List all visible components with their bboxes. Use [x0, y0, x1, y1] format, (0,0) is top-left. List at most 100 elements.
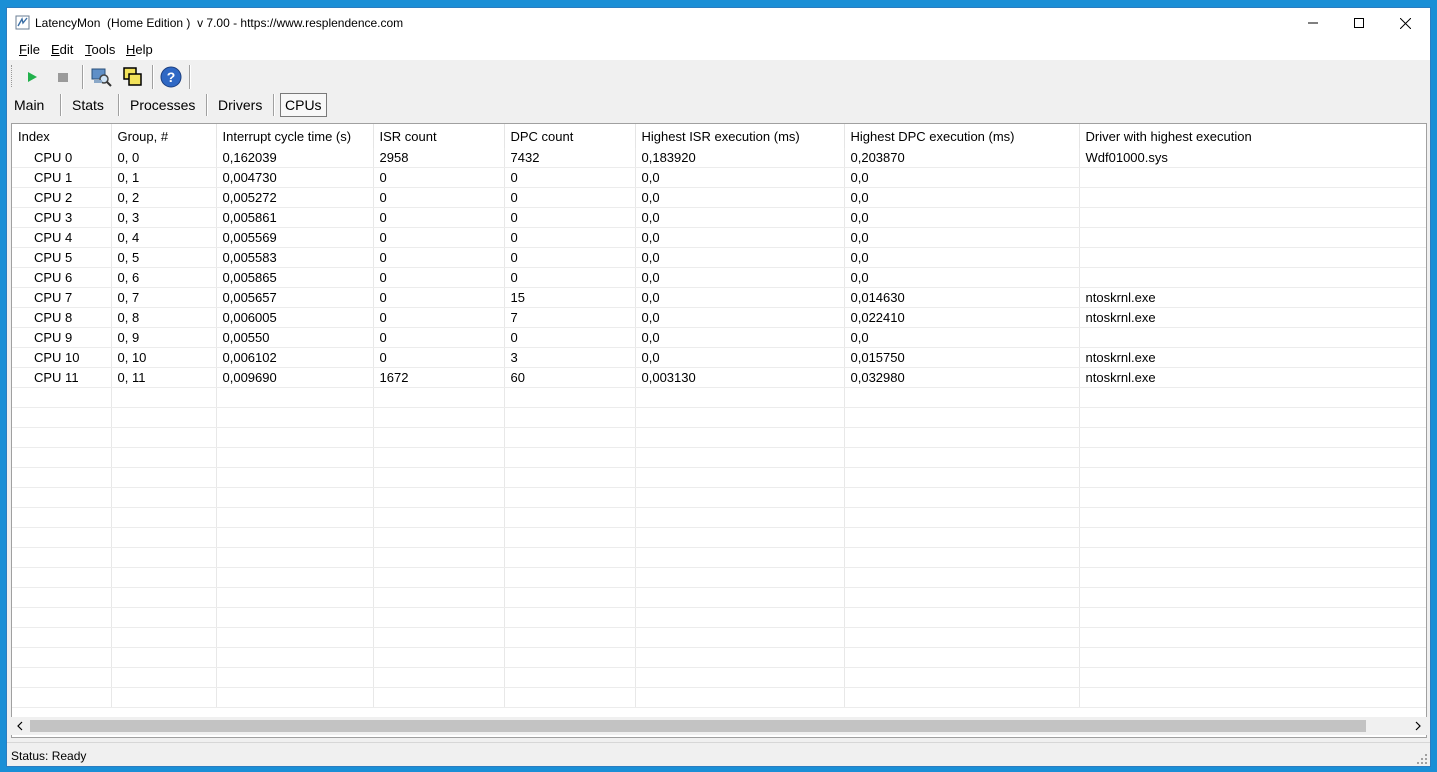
table-row[interactable]: CPU 3 0, 3 0,005861 0 0 0,0 0,0 — [12, 207, 1426, 228]
menu-tools[interactable]: Tools — [85, 42, 115, 57]
table-cell — [1079, 387, 1426, 408]
table-cell: 2958 — [373, 148, 505, 168]
minimize-icon — [1308, 22, 1318, 24]
table-cell — [504, 687, 636, 708]
menu-help[interactable]: Help — [126, 42, 153, 57]
table-cell: 60 — [504, 367, 636, 388]
table-row[interactable]: CPU 9 0, 9 0,00550 0 0 0,0 0,0 — [12, 327, 1426, 348]
table-cell — [373, 667, 505, 688]
menu-file[interactable]: File — [19, 42, 40, 57]
table-cell — [111, 527, 217, 548]
horizontal-scrollbar[interactable] — [11, 717, 1427, 735]
table-cell: 0,005865 — [216, 267, 374, 288]
table-cell: 0,0 — [635, 247, 845, 268]
table-row[interactable]: CPU 4 0, 4 0,005569 0 0 0,0 0,0 — [12, 227, 1426, 248]
minimize-button[interactable] — [1290, 8, 1336, 38]
close-button[interactable] — [1382, 8, 1428, 38]
table-cell: 0 — [504, 267, 636, 288]
table-row[interactable]: CPU 8 0, 8 0,006005 0 7 0,0 0,022410 ntoskrnl.e… — [12, 307, 1426, 328]
tab-strip: Main Stats Processes Drivers CPUs — [7, 92, 1430, 118]
resize-grip-icon[interactable] — [1416, 753, 1428, 765]
table-cell — [504, 667, 636, 688]
scroll-thumb[interactable] — [30, 720, 1366, 732]
start-button[interactable] — [20, 65, 44, 89]
column-header[interactable]: ISR count — [373, 124, 505, 148]
title-bar[interactable]: LatencyMon (Home Edition ) v 7.00 - http… — [7, 8, 1430, 38]
column-header[interactable]: Interrupt cycle time (s) — [216, 124, 374, 148]
toolbar-separator — [189, 65, 191, 89]
toolbar-grip[interactable] — [11, 65, 14, 87]
app-icon — [15, 15, 30, 30]
status-text: Status: Ready — [11, 749, 87, 763]
table-cell: 0,015750 — [844, 347, 1080, 368]
table-row[interactable]: CPU 10 0, 10 0,006102 0 3 0,0 0,015750 ntoskrnl… — [12, 347, 1426, 368]
table-cell: 0, 10 — [111, 347, 217, 368]
column-header[interactable]: Group, # — [111, 124, 217, 148]
table-cell: 0 — [373, 207, 505, 228]
table-row[interactable]: CPU 1 0, 1 0,004730 0 0 0,0 0,0 — [12, 167, 1426, 188]
table-row[interactable]: CPU 5 0, 5 0,005583 0 0 0,0 0,0 — [12, 247, 1426, 268]
table-row[interactable]: CPU 6 0, 6 0,005865 0 0 0,0 0,0 — [12, 267, 1426, 288]
column-header[interactable]: Driver with highest execution — [1079, 124, 1426, 148]
table-cell — [12, 487, 112, 508]
table-cell: CPU 5 — [12, 247, 112, 268]
table-cell: 0,0 — [635, 327, 845, 348]
menu-edit[interactable]: Edit — [51, 42, 73, 57]
table-cell — [111, 427, 217, 448]
table-cell — [111, 647, 217, 668]
tab-separator — [118, 94, 120, 116]
table-cell — [635, 447, 845, 468]
table-cell — [373, 387, 505, 408]
table-cell: ntoskrnl.exe — [1079, 287, 1426, 308]
help-button[interactable]: ? — [159, 65, 183, 89]
table-cell — [111, 467, 217, 488]
tab-cpus[interactable]: CPUs — [280, 93, 327, 117]
column-header[interactable]: Index — [12, 124, 112, 148]
empty-row — [12, 387, 1426, 408]
table-cell — [1079, 267, 1426, 288]
column-header[interactable]: Highest DPC execution (ms) — [844, 124, 1080, 148]
column-header[interactable]: DPC count — [504, 124, 636, 148]
table-row[interactable]: CPU 7 0, 7 0,005657 0 15 0,0 0,014630 ntoskrnl.… — [12, 287, 1426, 308]
table-cell: 1672 — [373, 367, 505, 388]
tab-stats[interactable]: Stats — [68, 95, 108, 115]
empty-row — [12, 627, 1426, 648]
table-cell: 0, 4 — [111, 227, 217, 248]
table-cell — [504, 467, 636, 488]
empty-row — [12, 427, 1426, 448]
maximize-button[interactable] — [1336, 8, 1382, 38]
table-cell: CPU 1 — [12, 167, 112, 188]
tab-separator — [273, 94, 275, 116]
app-window: LatencyMon (Home Edition ) v 7.00 - http… — [6, 7, 1431, 767]
analyze-button[interactable] — [89, 65, 113, 89]
table-cell — [1079, 327, 1426, 348]
empty-row — [12, 447, 1426, 468]
table-cell — [12, 587, 112, 608]
table-cell — [844, 647, 1080, 668]
help-icon: ? — [160, 66, 182, 88]
cpu-list-view[interactable]: Index Group, # Interrupt cycle time (s) ISR… — [11, 123, 1427, 738]
column-header[interactable]: Highest ISR execution (ms) — [635, 124, 845, 148]
table-cell — [12, 527, 112, 548]
table-cell — [12, 567, 112, 588]
tab-drivers[interactable]: Drivers — [214, 95, 266, 115]
tab-processes[interactable]: Processes — [126, 95, 199, 115]
table-row[interactable]: CPU 2 0, 2 0,005272 0 0 0,0 0,0 — [12, 187, 1426, 208]
table-cell: CPU 9 — [12, 327, 112, 348]
table-cell — [504, 427, 636, 448]
tab-main[interactable]: Main — [10, 95, 48, 115]
stop-icon — [58, 73, 68, 82]
windows-button[interactable] — [121, 65, 145, 89]
empty-row — [12, 487, 1426, 508]
table-row[interactable]: CPU 11 0, 11 0,009690 1672 60 0,003130 0,03298… — [12, 367, 1426, 388]
scroll-left-button[interactable] — [11, 717, 29, 735]
scroll-right-button[interactable] — [1409, 717, 1427, 735]
table-cell — [504, 487, 636, 508]
table-cell: 3 — [504, 347, 636, 368]
table-cell: CPU 3 — [12, 207, 112, 228]
table-cell — [504, 567, 636, 588]
table-cell: 0,005272 — [216, 187, 374, 208]
stop-button[interactable] — [51, 65, 75, 89]
table-row[interactable]: CPU 0 0, 0 0,162039 2958 7432 0,183920 0,20387… — [12, 148, 1426, 168]
table-cell: 0 — [373, 347, 505, 368]
